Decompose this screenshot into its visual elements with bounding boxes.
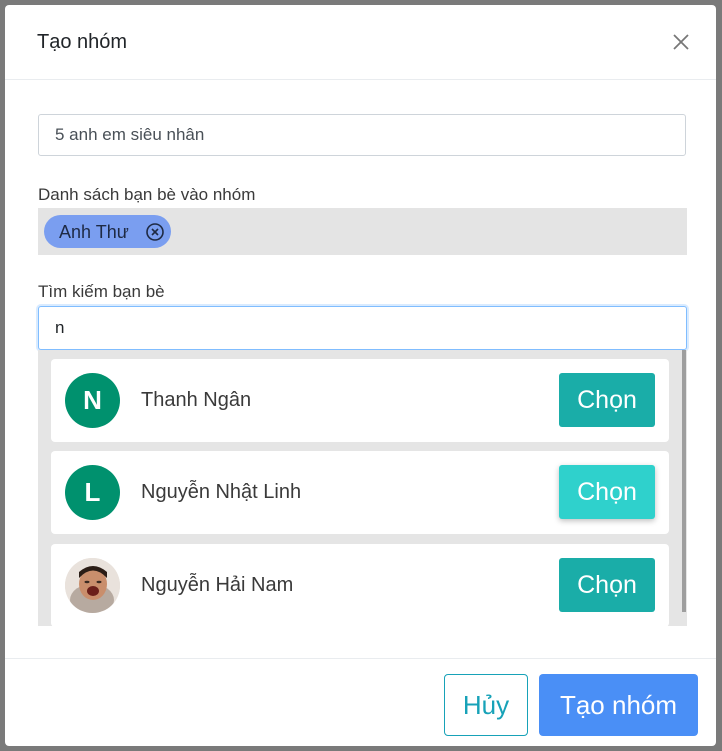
avatar-photo: [65, 558, 120, 613]
select-friend-button[interactable]: Chọn: [559, 373, 655, 427]
selected-members-box: Anh Thư: [38, 208, 687, 255]
friend-search-input[interactable]: [38, 306, 687, 350]
create-group-dialog: Tạo nhóm Danh sách bạn bè vào nhóm Anh T…: [5, 5, 716, 746]
member-chip-label: Anh Thư: [59, 222, 129, 242]
group-name-input[interactable]: [38, 114, 686, 156]
dialog-header: Tạo nhóm: [5, 5, 716, 80]
dialog-footer: Hủy Tạo nhóm: [5, 658, 716, 746]
close-icon[interactable]: [669, 30, 693, 54]
select-friend-button[interactable]: Chọn: [559, 465, 655, 519]
avatar: L: [65, 465, 120, 520]
select-friend-button[interactable]: Chọn: [559, 558, 655, 612]
member-chip: Anh Thư: [44, 215, 171, 248]
cancel-button[interactable]: Hủy: [444, 674, 528, 736]
friend-result-item: L Nguyễn Nhật Linh Chọn: [51, 451, 669, 534]
circle-x-icon[interactable]: [145, 222, 165, 242]
friend-name: Nguyễn Nhật Linh: [141, 481, 302, 503]
members-label: Danh sách bạn bè vào nhóm: [38, 185, 256, 204]
create-group-button[interactable]: Tạo nhóm: [539, 674, 698, 736]
friend-result-item: Nguyễn Hải Nam Chọn: [51, 544, 669, 626]
search-results-list: N Thanh Ngân Chọn L Nguyễn Nhật Linh Chọ…: [38, 350, 687, 626]
friend-name: Nguyễn Hải Nam: [141, 574, 294, 596]
friend-result-item: N Thanh Ngân Chọn: [51, 359, 669, 442]
dialog-title: Tạo nhóm: [37, 31, 128, 53]
avatar: N: [65, 373, 120, 428]
search-label: Tìm kiếm bạn bè: [38, 282, 165, 301]
results-scrollbar[interactable]: [682, 350, 686, 612]
friend-name: Thanh Ngân: [141, 389, 252, 411]
